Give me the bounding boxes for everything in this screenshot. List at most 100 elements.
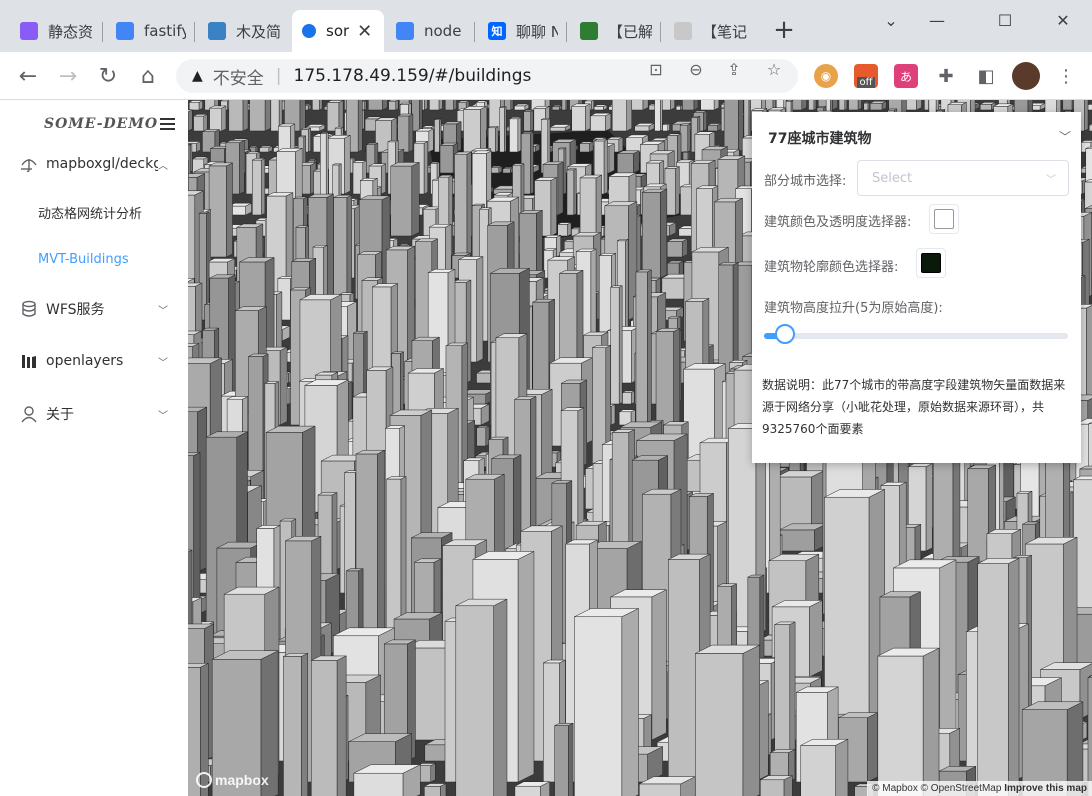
extension-off-icon[interactable]: off (854, 64, 878, 88)
vite-icon (20, 22, 38, 40)
chevron-down-icon[interactable]: ﹀ (1059, 128, 1071, 145)
tab-search-icon[interactable]: ⌄ (868, 6, 914, 34)
tab-title: 【笔记 (702, 22, 748, 41)
extensions-puzzle-icon[interactable]: ✚ (934, 64, 958, 88)
database-icon (22, 300, 36, 317)
extension-badge: off (857, 76, 875, 88)
menu-kebab-icon[interactable]: ⋮ (1054, 64, 1078, 88)
fill-color-swatch (934, 209, 954, 229)
menu-wfs[interactable]: WFS服务 ﹀ (0, 289, 188, 329)
user-icon (21, 406, 37, 423)
bookmark-star-icon[interactable]: ☆ (762, 59, 786, 79)
tab-title: 聊聊 N (516, 22, 558, 41)
panel-title: 77座城市建筑物 (768, 131, 872, 147)
menu-label: WFS服务 (46, 302, 105, 318)
menu-openlayers[interactable]: openlayers ﹀ (0, 341, 188, 381)
omnibox-separator: | (275, 66, 282, 86)
google-icon (396, 22, 414, 40)
menu-label: 关于 (46, 407, 74, 423)
leaf-icon (674, 22, 692, 40)
tab-separator (660, 22, 661, 42)
browser-tab[interactable]: 【已解 (570, 10, 662, 52)
library-icon (22, 355, 36, 368)
app-logo: SOME-DEMO (44, 116, 159, 132)
data-description: 数据说明：此77个城市的带高度字段建筑物矢量面数据来源于网络分享（小呲花处理，原… (762, 378, 1066, 436)
profile-avatar[interactable] (1012, 62, 1040, 90)
city-select[interactable]: Select ﹀ (857, 160, 1069, 196)
city-select-placeholder: Select (872, 170, 913, 186)
tab-title: fastify (144, 22, 186, 40)
chevron-down-icon: ﹀ (158, 357, 168, 369)
shield-icon (580, 22, 598, 40)
reload-button[interactable]: ↻ (92, 60, 124, 92)
extension-owl-icon[interactable]: ◉ (814, 64, 838, 88)
minimize-button[interactable]: — (914, 6, 960, 34)
fill-color-picker[interactable] (929, 204, 959, 234)
extension-translate-icon[interactable]: あ (894, 64, 918, 88)
google-icon (116, 22, 134, 40)
maximize-button[interactable]: ☐ (982, 6, 1028, 34)
app-icon (208, 22, 226, 40)
tab-separator (474, 22, 475, 42)
height-label: 建筑物高度拉升(5为原始高度): (764, 301, 943, 316)
tab-title: 【已解 (608, 22, 652, 41)
zhihu-icon: 知 (488, 22, 506, 40)
close-tab-icon[interactable]: ✕ (357, 21, 372, 42)
attrib-improve[interactable]: Improve this map (1004, 783, 1087, 794)
zoom-out-icon[interactable]: ⊖ (684, 59, 708, 79)
browser-tab[interactable]: node (386, 10, 476, 52)
tab-separator (566, 22, 567, 42)
outline-color-swatch (921, 253, 941, 273)
chevron-down-icon: ﹀ (1046, 175, 1056, 186)
menu-label: openlayers (46, 353, 124, 369)
security-label: 不安全 (212, 68, 264, 89)
tab-title: node (424, 22, 462, 40)
city-select-label: 部分城市选择: (764, 174, 847, 189)
browser-tab[interactable]: sor ✕ (292, 10, 384, 52)
browser-tab[interactable]: 木及简 (198, 10, 290, 52)
tab-separator (102, 22, 103, 42)
app-sidebar: SOME-DEMO mapboxgl/deckgl ︿ 动态格网统计分析 MVT… (0, 100, 188, 796)
browser-tab[interactable]: 静态资 (10, 10, 104, 52)
fill-color-label: 建筑颜色及透明度选择器: (764, 215, 912, 230)
back-button[interactable]: ← (12, 60, 44, 92)
browser-tab[interactable]: 知聊聊 N (478, 10, 568, 52)
home-button[interactable]: ⌂ (132, 60, 164, 92)
menu-about[interactable]: 关于 ﹀ (0, 394, 188, 434)
submenu-grid-analysis[interactable]: 动态格网统计分析 (0, 192, 188, 232)
height-slider-track[interactable] (764, 333, 1068, 339)
menu-label: mapboxgl/deckgl (46, 156, 158, 172)
share-icon[interactable]: ⇪ (722, 59, 746, 79)
umbrella-icon (21, 159, 37, 173)
close-window-button[interactable]: ✕ (1040, 6, 1086, 34)
mapbox-logo[interactable]: mapbox (196, 772, 269, 788)
height-slider-handle[interactable] (775, 324, 796, 344)
tab-title: sor (326, 22, 350, 40)
dot-icon (302, 24, 316, 38)
chevron-up-icon: ︿ (158, 160, 168, 172)
submenu-mvt-buildings[interactable]: MVT-Buildings (0, 239, 188, 279)
outline-color-picker[interactable] (916, 248, 946, 278)
translate-icon[interactable]: ⊡ (644, 59, 668, 79)
side-panel-icon[interactable]: ◧ (974, 64, 998, 88)
menu-mapboxgl-deckgl[interactable]: mapboxgl/deckgl ︿ (0, 144, 188, 184)
mapbox-logo-icon (196, 772, 212, 788)
tab-separator (194, 22, 195, 42)
browser-toolbar: ← → ↻ ⌂ ▲ 不安全 | 175.178.49.159/#/buildin… (0, 52, 1092, 100)
browser-tab[interactable]: 【笔记 (664, 10, 760, 52)
chevron-down-icon: ﹀ (158, 410, 168, 422)
browser-tab[interactable]: fastify (106, 10, 196, 52)
new-tab-button[interactable]: + (770, 15, 798, 45)
attrib-mapbox[interactable]: © Mapbox (872, 783, 918, 794)
attrib-osm[interactable]: © OpenStreetMap (921, 783, 1002, 794)
chevron-down-icon: ﹀ (158, 305, 168, 317)
building-control-panel: 77座城市建筑物 ﹀ 部分城市选择: Select ﹀ 建筑颜色及透明度选择器:… (752, 112, 1081, 463)
outline-color-label: 建筑物轮廓颜色选择器: (764, 260, 899, 275)
forward-button[interactable]: → (52, 60, 84, 92)
mapbox-logo-text: mapbox (215, 772, 269, 788)
tab-title: 静态资 (48, 22, 94, 41)
url-text[interactable]: 175.178.49.159/#/buildings (294, 66, 532, 86)
warning-icon: ▲ (192, 68, 203, 84)
map-attribution: © Mapbox © OpenStreetMap Improve this ma… (867, 781, 1092, 796)
menu-collapse-icon[interactable] (160, 118, 175, 131)
